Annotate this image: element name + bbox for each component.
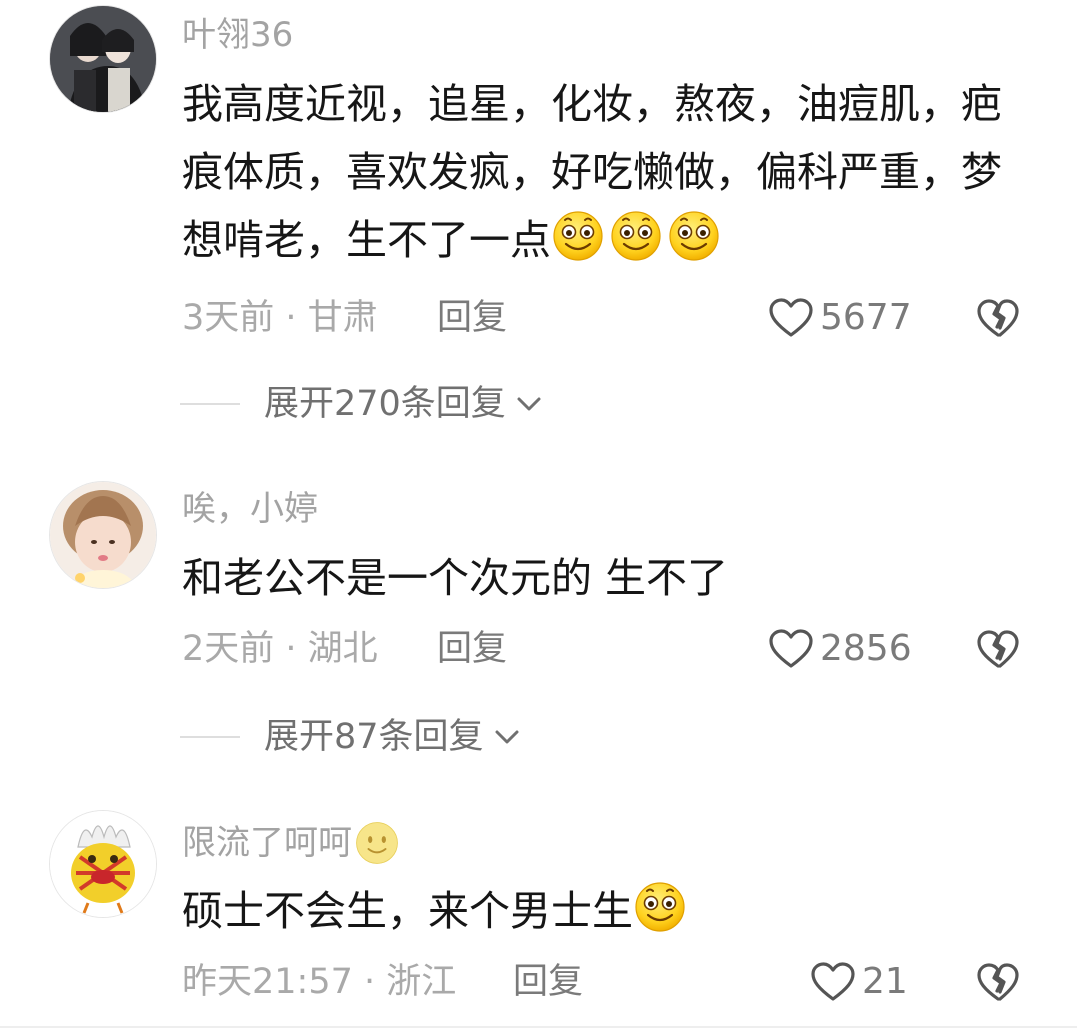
expand-replies-label: 展开87条回复 xyxy=(264,717,484,757)
time-location: 2天前 · 湖北 xyxy=(182,629,378,669)
broken-heart-icon xyxy=(976,961,1020,1003)
comment-text-content: 硕士不会生，来个男士生 xyxy=(182,887,633,935)
reply-button[interactable]: 回复 xyxy=(513,960,583,1004)
heart-icon xyxy=(768,628,814,670)
broken-heart-icon xyxy=(976,628,1020,670)
bottom-divider xyxy=(0,1026,1077,1028)
avatar[interactable] xyxy=(50,6,156,112)
expand-replies-label: 展开270条回复 xyxy=(264,384,506,424)
like-count: 21 xyxy=(862,961,908,1002)
expand-replies-button[interactable]: 展开87条回复 xyxy=(180,715,522,759)
laughing-face-icon xyxy=(609,208,663,262)
heart-icon xyxy=(768,297,814,339)
smile-face-icon xyxy=(354,820,400,866)
expand-replies-button[interactable]: 展开270条回复 xyxy=(180,382,544,426)
divider-line xyxy=(180,736,240,738)
chevron-down-icon xyxy=(514,394,544,414)
like-button[interactable]: 2856 xyxy=(768,627,912,671)
avatar[interactable] xyxy=(50,811,156,917)
comment-text-content: 和老公不是一个次元的 生不了 xyxy=(182,554,729,602)
like-count: 2856 xyxy=(820,628,912,669)
broken-heart-icon xyxy=(976,297,1020,339)
laughing-face-icon xyxy=(667,208,721,262)
dislike-button[interactable] xyxy=(976,961,1020,1003)
laughing-face-icon xyxy=(551,208,605,262)
username[interactable]: 限流了呵呵 xyxy=(182,820,404,866)
username[interactable]: 唉，小婷 xyxy=(182,489,318,529)
like-button[interactable]: 21 xyxy=(810,960,908,1004)
like-button[interactable]: 5677 xyxy=(768,296,912,340)
dislike-button[interactable] xyxy=(976,297,1020,339)
time-location: 昨天21:57 · 浙江 xyxy=(182,962,457,1002)
reply-button[interactable]: 回复 xyxy=(437,627,507,671)
reply-button[interactable]: 回复 xyxy=(437,296,507,340)
divider-line xyxy=(180,403,240,405)
time-location: 3天前 · 甘肃 xyxy=(182,298,378,338)
dislike-button[interactable] xyxy=(976,628,1020,670)
heart-icon xyxy=(810,961,856,1003)
username-text: 限流了呵呵 xyxy=(182,823,352,863)
laughing-face-icon xyxy=(633,879,687,933)
like-count: 5677 xyxy=(820,297,912,338)
comment-text: 我高度近视，追星，化妆，熬夜，油痘肌，疤痕体质，喜欢发疯，好吃懒做，偏科严重，梦… xyxy=(182,70,1002,274)
comment-text: 硕士不会生，来个男士生 xyxy=(182,877,1002,945)
chevron-down-icon xyxy=(492,727,522,747)
comment-text: 和老公不是一个次元的 生不了 xyxy=(182,544,1002,612)
avatar[interactable] xyxy=(50,482,156,588)
username[interactable]: 叶翎36 xyxy=(182,15,293,55)
